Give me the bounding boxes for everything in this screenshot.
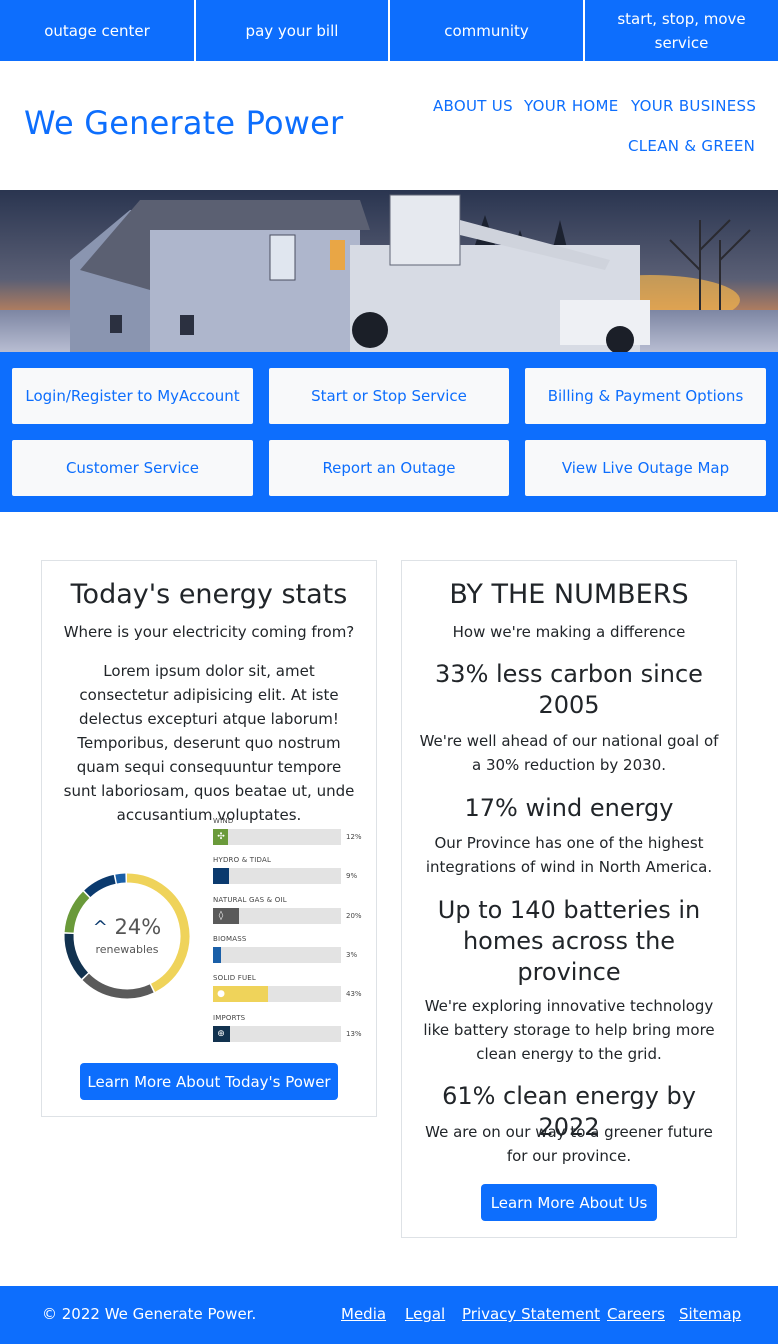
source-percentage: 3% <box>346 950 358 959</box>
footer-link-privacy[interactable]: Privacy Statement <box>462 1305 600 1323</box>
source-bar-fill <box>213 868 229 885</box>
nav-your-business[interactable]: YOUR BUSINESS <box>631 97 756 115</box>
donut-segment <box>115 873 126 884</box>
nav-clean-green[interactable]: CLEAN & GREEN <box>628 137 755 155</box>
trend-up-icon: ^ <box>92 917 108 938</box>
stat-text-carbon: We're well ahead of our national goal of… <box>419 732 719 774</box>
live-outage-map-button[interactable]: View Live Outage Map <box>525 440 766 496</box>
source-label: IMPORTS <box>213 1013 246 1022</box>
nav-your-home[interactable]: YOUR HOME <box>524 97 619 115</box>
nav-about-us[interactable]: ABOUT US <box>433 97 513 115</box>
community-link[interactable]: community <box>390 0 583 61</box>
source-label: SOLID FUEL <box>213 974 257 983</box>
energy-stats-title: Today's energy stats <box>70 579 348 610</box>
source-label: WIND <box>213 817 234 825</box>
stat-text-batteries: We're exploring innovative technology li… <box>423 997 715 1063</box>
source-bar: ● <box>213 986 341 1003</box>
footer-link-sitemap[interactable]: Sitemap <box>679 1305 741 1323</box>
quick-links-panel: Login/Register to MyAccount Start or Sto… <box>0 352 778 512</box>
wind-turbine-icon: ✣ <box>217 832 225 842</box>
hero-illustration <box>0 190 778 352</box>
report-outage-button[interactable]: Report an Outage <box>269 440 509 496</box>
source-percentage: 9% <box>346 872 358 881</box>
stat-heading-carbon: 33% less carbon since 2005 <box>435 660 703 719</box>
hero-image <box>0 190 778 352</box>
footer-link-media[interactable]: Media <box>341 1305 386 1323</box>
utility-bar: outage center pay your bill community st… <box>0 0 778 62</box>
source-bar <box>213 946 341 963</box>
source-label: NATURAL GAS & OIL <box>213 895 287 904</box>
site-footer: © 2022 We Generate Power. Media Legal Pr… <box>0 1286 778 1344</box>
energy-stats-subtitle: Where is your electricity coming from? <box>63 623 355 641</box>
stat-heading-wind: 17% wind energy <box>464 794 674 822</box>
globe-icon: ⊕ <box>217 1028 225 1039</box>
learn-more-todays-power-button[interactable]: Learn More About Today's Power <box>80 1063 338 1100</box>
renewables-donut: ^ 24% renewables <box>60 869 194 1003</box>
donut-label: renewables <box>95 943 159 956</box>
learn-more-about-us-button[interactable]: Learn More About Us <box>481 1184 657 1221</box>
copyright-text: © 2022 We Generate Power. <box>42 1305 257 1323</box>
source-bar: ◊ <box>213 907 341 924</box>
source-bar: ✣ <box>213 829 341 845</box>
login-register-button[interactable]: Login/Register to MyAccount <box>12 368 253 424</box>
source-bar-fill <box>213 946 221 963</box>
source-percentage: 43% <box>346 990 362 999</box>
customer-service-button[interactable]: Customer Service <box>12 440 253 496</box>
donut-value: ^ 24% <box>82 915 172 939</box>
numbers-title: BY THE NUMBERS <box>449 579 689 610</box>
source-bar <box>213 868 341 885</box>
donut-percentage: 24% <box>114 915 162 939</box>
source-percentage: 20% <box>346 911 362 920</box>
footer-link-legal[interactable]: Legal <box>405 1305 445 1323</box>
stat-text-clean-energy: We are on our way to a greener future fo… <box>425 1123 713 1165</box>
outage-center-link[interactable]: outage center <box>0 0 194 61</box>
donut-segment <box>82 973 154 999</box>
energy-stats-card: Today's energy stats Where is your elect… <box>41 560 377 1117</box>
site-logo-text[interactable]: We Generate Power <box>24 104 343 142</box>
source-bar: ⊕ <box>213 1025 341 1042</box>
start-stop-service-button[interactable]: Start or Stop Service <box>269 368 509 424</box>
start-stop-move-service-link[interactable]: start, stop, move service <box>585 0 778 61</box>
energy-stats-body: Lorem ipsum dolor sit, amet consectetur … <box>63 662 355 824</box>
pay-bill-link[interactable]: pay your bill <box>196 0 388 61</box>
donut-segment <box>84 874 116 898</box>
stat-text-wind: Our Province has one of the highest inte… <box>425 834 713 876</box>
numbers-subtitle: How we're making a difference <box>452 623 686 641</box>
source-label: HYDRO & TIDAL <box>213 856 272 865</box>
energy-source-bars: WIND ✣ 12% HYDRO & TIDAL 9% NATURAL GAS & OIL… <box>212 817 372 1047</box>
flame-icon: ◊ <box>218 910 224 921</box>
billing-payment-button[interactable]: Billing & Payment Options <box>525 368 766 424</box>
by-the-numbers-card: BY THE NUMBERS How we're making a differ… <box>401 560 737 1238</box>
stat-heading-batteries: Up to 140 batteries in homes across the … <box>437 896 701 986</box>
coal-icon: ● <box>217 989 225 1000</box>
source-percentage: 13% <box>346 1029 362 1038</box>
source-percentage: 12% <box>346 833 362 841</box>
source-label: BIOMASS <box>213 934 247 943</box>
footer-link-careers[interactable]: Careers <box>607 1305 665 1323</box>
